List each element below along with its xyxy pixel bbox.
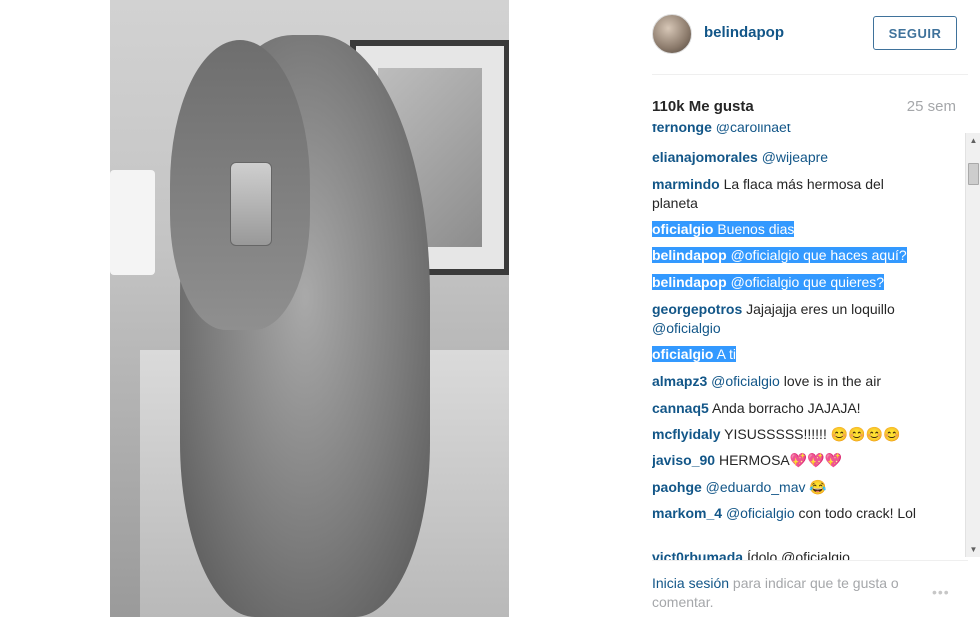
comment-item: cannaq5 Anda borracho JAJAJA! — [652, 399, 952, 418]
comment-user[interactable]: belindapop — [652, 247, 727, 263]
phone — [230, 162, 272, 246]
comment-mention[interactable]: @oficialgio — [711, 373, 780, 389]
footer-divider — [652, 560, 968, 561]
avatar[interactable] — [652, 14, 692, 54]
comment-text: YISUSSSSS!!!!!! 😊😊😊😊 — [724, 426, 901, 442]
comment-item: almapz3 @oficialgio love is in the air — [652, 372, 952, 391]
comment-user[interactable]: marmindo — [652, 176, 720, 192]
comment-text: con todo crack! Lol — [798, 505, 917, 521]
post-photo[interactable] — [110, 0, 509, 617]
comment-text: @oficialgio que quieres? — [730, 274, 885, 290]
time-ago[interactable]: 25 sem — [907, 98, 956, 115]
comment-item: javiso_90 HERMOSA💖💖💖 — [652, 451, 952, 470]
comments-list[interactable]: fernonge @carolinaet elianajomorales @wi… — [652, 124, 968, 560]
comment-item: elianajomorales @wijeapre — [652, 148, 952, 167]
comment-item: vict0rbumada Ídolo @oficialgio — [652, 548, 952, 560]
arrow-down-icon[interactable]: ▼ — [966, 542, 980, 557]
comment-item: paohge @eduardo_mav 😂 — [652, 478, 952, 497]
username-link[interactable]: belindapop — [704, 24, 784, 41]
comment-item: oficialgio Buenos dias — [652, 220, 952, 239]
comment-item: oficialgio A ti — [652, 345, 952, 364]
post-panel: belindapop SEGUIR 110k Me gusta 25 sem f… — [640, 0, 980, 617]
comment-text: Ídolo @oficialgio — [746, 549, 850, 560]
comment-user[interactable]: cannaq5 — [652, 400, 709, 416]
comment-mention[interactable]: @oficialgio — [652, 320, 721, 336]
header-divider — [652, 74, 968, 75]
comments-scrollbar[interactable]: ▲ ▼ — [965, 133, 980, 557]
comment-text: Anda borracho JAJAJA! — [711, 400, 861, 416]
comment-user[interactable]: oficialgio — [652, 346, 713, 362]
comment-item: georgepotros Jajajajja eres un loquillo … — [652, 300, 952, 338]
comment-user[interactable]: mcflyidaly — [652, 426, 720, 442]
comment-user[interactable]: elianajomorales — [652, 149, 758, 165]
comment-item: fernonge @carolinaet — [652, 124, 952, 137]
comment-item: belindapop @oficialgio que haces aquí? — [652, 246, 952, 265]
comment-item: markom_4 @oficialgio con todo crack! Lol — [652, 504, 932, 523]
follow-button[interactable]: SEGUIR — [873, 16, 957, 50]
arrow-up-icon[interactable]: ▲ — [966, 133, 980, 148]
comment-text: @oficialgio que haces aquí? — [730, 247, 907, 263]
comment-user[interactable]: oficialgio — [652, 221, 713, 237]
comment-text: Jajajajja eres un loquillo — [746, 301, 895, 317]
comment-user[interactable]: almapz3 — [652, 373, 707, 389]
comment-user[interactable]: paohge — [652, 479, 702, 495]
comment-user[interactable]: fernonge — [652, 124, 712, 135]
comment-mention[interactable]: @eduardo_mav — [706, 479, 806, 495]
comment-text: 😂 — [809, 479, 827, 495]
comment-text: Buenos dias — [717, 221, 795, 237]
comment-item: belindapop @oficialgio que quieres? — [652, 273, 952, 292]
comment-user[interactable]: javiso_90 — [652, 452, 715, 468]
login-prompt: Inicia sesión para indicar que te gusta … — [652, 574, 922, 612]
comment-mention[interactable]: @carolinaet — [716, 124, 791, 135]
comment-user[interactable]: vict0rbumada — [652, 549, 743, 560]
comment-text: HERMOSA💖💖💖 — [718, 452, 843, 468]
comment-user[interactable]: belindapop — [652, 274, 727, 290]
likes-count[interactable]: 110k Me gusta — [652, 98, 754, 115]
comment-mention[interactable]: @oficialgio — [726, 505, 795, 521]
comment-mention[interactable]: @wijeapre — [762, 149, 828, 165]
comment-user[interactable]: markom_4 — [652, 505, 722, 521]
comment-item: marmindo La flaca más hermosa del planet… — [652, 175, 922, 213]
comment-text: A ti — [716, 346, 737, 362]
more-options-icon[interactable]: ••• — [932, 584, 950, 600]
lamp — [110, 170, 155, 275]
post-header: belindapop SEGUIR — [640, 10, 980, 60]
scroll-thumb[interactable] — [968, 163, 979, 185]
comment-text: love is in the air — [783, 373, 881, 389]
comment-user[interactable]: georgepotros — [652, 301, 742, 317]
login-link[interactable]: Inicia sesión — [652, 575, 729, 591]
comment-item: mcflyidaly YISUSSSSS!!!!!! 😊😊😊😊 — [652, 425, 952, 444]
